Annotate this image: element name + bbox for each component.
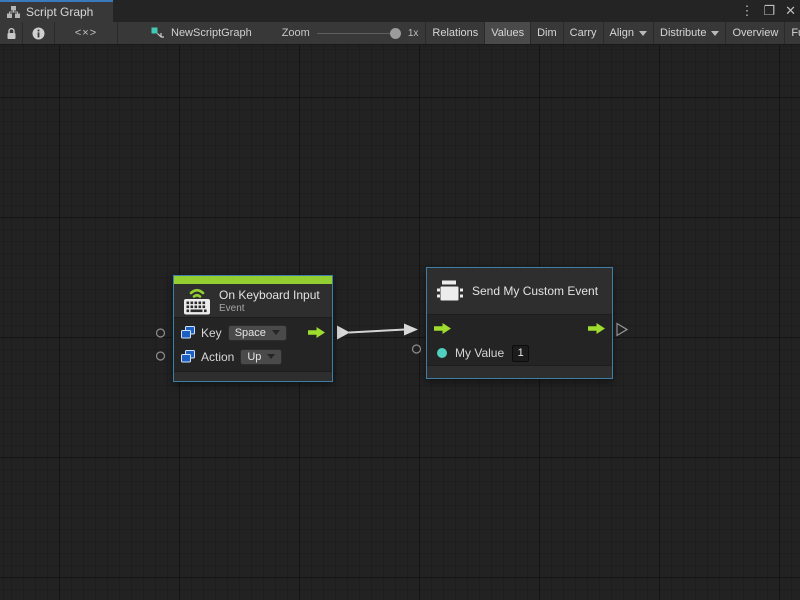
port-label: Action [201,350,234,364]
node-header[interactable]: Send My Custom Event [427,268,612,314]
custom-event-icon [436,277,464,305]
chevron-down-icon [272,330,280,335]
chevron-down-icon [267,354,275,359]
node-send-my-custom-event[interactable]: Send My Custom Event My Value 1 [426,267,613,379]
window-controls: ⋮ ❐ ✕ [740,0,796,22]
connection-wire [349,330,405,333]
fullscreen-button[interactable]: Full S [785,22,800,44]
keyboard-icon [183,286,211,315]
zoom-label: Zoom [282,27,310,39]
button-label: Relations [432,27,478,39]
code-icon: <×> [75,27,97,39]
port-row-key: Key Space [181,322,325,343]
zoom-value: 1x [408,28,419,39]
port-label: Key [201,326,222,340]
dropdown-value: Space [235,327,266,339]
button-label: Carry [570,27,597,39]
connection-layer [0,45,800,600]
carry-button[interactable]: Carry [564,22,603,44]
toolbar-buttons: Relations Values Dim Carry Align Distrib… [425,22,800,44]
align-dropdown-button[interactable]: Align [604,22,653,44]
info-button[interactable] [23,22,54,44]
close-icon[interactable]: ✕ [785,0,796,22]
action-dropdown[interactable]: Up [240,349,282,365]
node-body: Key Space Action [174,318,332,371]
output-port-triangle[interactable] [337,326,350,340]
dropdown-value: Up [247,351,261,363]
hierarchy-icon [7,6,20,18]
literal-icon [181,326,195,339]
button-label: Values [491,27,524,39]
maximize-icon[interactable]: ❐ [763,0,775,22]
graph-toolbar: <×> NewScriptGraph Zoom 1x [0,22,800,45]
node-accent-bar [174,276,332,284]
node-body: My Value 1 [427,315,612,365]
chevron-down-icon [711,31,719,36]
zoom-slider-handle[interactable] [390,28,401,39]
node-title: Send My Custom Event [472,284,598,298]
connection-arrowhead [404,324,418,336]
flow-row [427,315,612,341]
flow-output-arrow[interactable] [588,323,605,334]
button-label: Overview [732,27,778,39]
zoom-control: Zoom 1x [282,27,419,39]
graph-canvas[interactable]: On Keyboard Input Event Key Space [0,45,800,600]
node-titles: On Keyboard Input Event [219,288,320,314]
graph-name: NewScriptGraph [171,27,252,39]
toolbar-divider [117,22,118,44]
overview-button[interactable]: Overview [726,22,784,44]
flow-input-arrow[interactable] [434,323,451,334]
graph-breadcrumb[interactable]: NewScriptGraph [151,27,252,40]
node-title: On Keyboard Input [219,288,320,302]
node-on-keyboard-input[interactable]: On Keyboard Input Event Key Space [173,275,333,382]
input-port-circle[interactable] [157,352,165,360]
button-label: Distribute [660,27,706,39]
zoom-slider[interactable] [317,28,401,39]
lock-button[interactable] [0,22,22,44]
values-button[interactable]: Values [485,22,530,44]
node-header[interactable]: On Keyboard Input Event [174,284,332,317]
input-port-circle[interactable] [157,329,165,337]
port-row-my-value: My Value 1 [427,341,612,365]
port-row-action: Action Up [181,346,325,367]
more-options-icon[interactable]: ⋮ [740,0,753,22]
info-icon [32,27,45,40]
code-view-button[interactable]: <×> [55,22,117,44]
tab-script-graph[interactable]: Script Graph [0,0,113,22]
dim-button[interactable]: Dim [531,22,563,44]
distribute-dropdown-button[interactable]: Distribute [654,22,725,44]
literal-icon [181,350,195,363]
chevron-down-icon [639,31,647,36]
input-port-circle[interactable] [413,345,421,353]
key-dropdown[interactable]: Space [228,325,287,341]
button-label: Full S [791,27,800,39]
button-label: Align [610,27,634,39]
node-footer [174,372,332,381]
lock-icon [6,27,17,40]
flow-output-arrow[interactable] [308,327,325,338]
button-label: Dim [537,27,557,39]
graph-asset-icon [151,27,165,40]
relations-button[interactable]: Relations [426,22,484,44]
port-label: My Value [455,346,504,360]
output-port-triangle[interactable] [617,324,627,336]
my-value-input[interactable]: 1 [512,345,529,362]
node-footer [427,366,612,378]
script-graph-window: Script Graph ⋮ ❐ ✕ [0,0,800,600]
node-subtitle: Event [219,303,320,314]
tab-label: Script Graph [26,5,93,19]
tab-bar: Script Graph ⋮ ❐ ✕ [0,0,800,22]
value-port-dot[interactable] [437,348,447,358]
